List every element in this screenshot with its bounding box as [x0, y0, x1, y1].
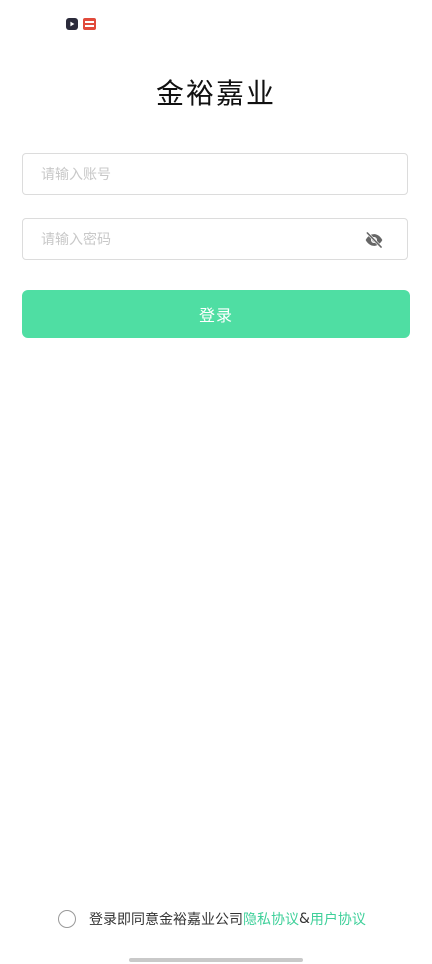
agreement-row: 登录即同意金裕嘉业公司 隐私协议 & 用户协议: [58, 908, 366, 930]
news-app-icon: [83, 18, 96, 30]
status-bar-icons: [66, 18, 96, 30]
login-screen: 金裕嘉业 登录 登录即同意金裕嘉业公司 隐私协议 & 用户协议: [0, 0, 432, 964]
account-field[interactable]: [22, 153, 408, 196]
password-input[interactable]: [39, 219, 363, 261]
privacy-policy-link[interactable]: 隐私协议: [243, 909, 299, 929]
user-agreement-link[interactable]: 用户协议: [310, 909, 366, 929]
account-input[interactable]: [39, 154, 363, 196]
ampersand: &: [299, 911, 310, 927]
password-field[interactable]: [22, 218, 408, 261]
video-app-icon: [66, 18, 78, 30]
eye-off-icon[interactable]: [363, 230, 385, 250]
login-button[interactable]: 登录: [22, 290, 410, 338]
agreement-text: 登录即同意金裕嘉业公司: [89, 912, 243, 928]
agreement-checkbox[interactable]: [58, 910, 76, 928]
home-indicator[interactable]: [129, 958, 303, 962]
page-title: 金裕嘉业: [155, 77, 276, 110]
